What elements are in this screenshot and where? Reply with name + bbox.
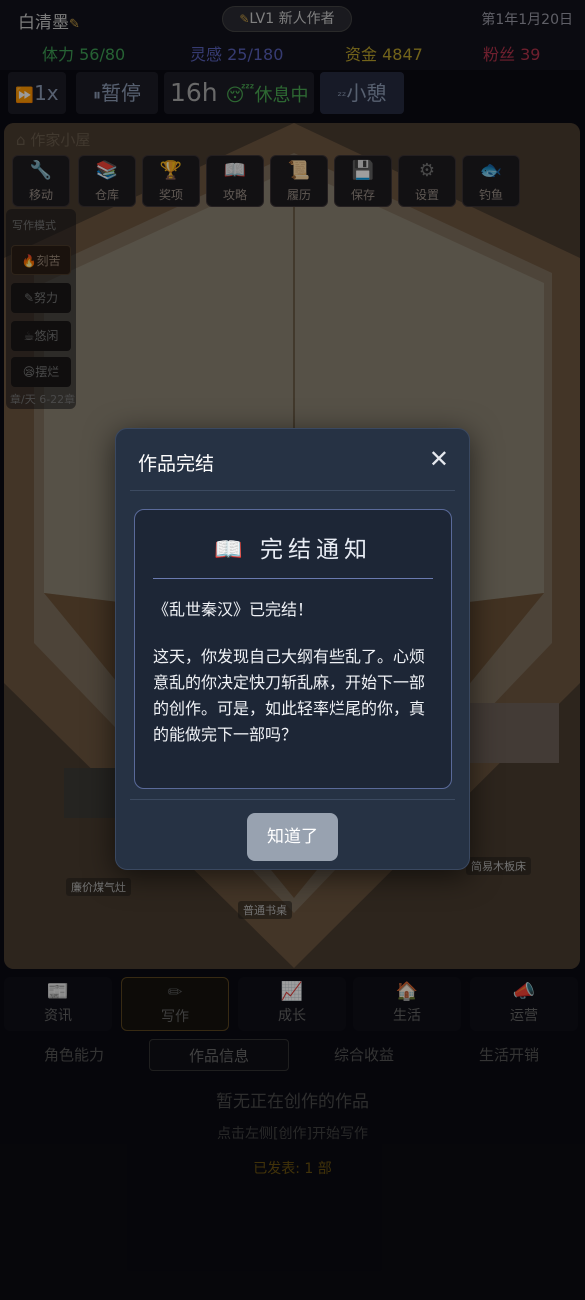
divider	[153, 578, 433, 579]
work-complete-dialog: 作品完结 ✕ 📖 完结通知 《乱世秦汉》已完结！ 这天，你发现自己大纲有些乱了。…	[115, 428, 470, 870]
notice-heading: 📖 完结通知	[214, 537, 372, 563]
confirm-button[interactable]: 知道了	[247, 813, 338, 861]
close-icon[interactable]: ✕	[429, 445, 449, 473]
divider	[130, 490, 455, 491]
completed-work-line: 《乱世秦汉》已完结！	[153, 600, 314, 619]
completion-notice: 📖 完结通知 《乱世秦汉》已完结！ 这天，你发现自己大纲有些乱了。心烦意乱的你决…	[134, 509, 452, 789]
notice-body: 这天，你发现自己大纲有些乱了。心烦意乱的你决定快刀斩乱麻，开始下一部的创作。可是…	[153, 647, 426, 744]
dialog-title: 作品完结	[138, 453, 215, 475]
divider	[130, 799, 455, 800]
